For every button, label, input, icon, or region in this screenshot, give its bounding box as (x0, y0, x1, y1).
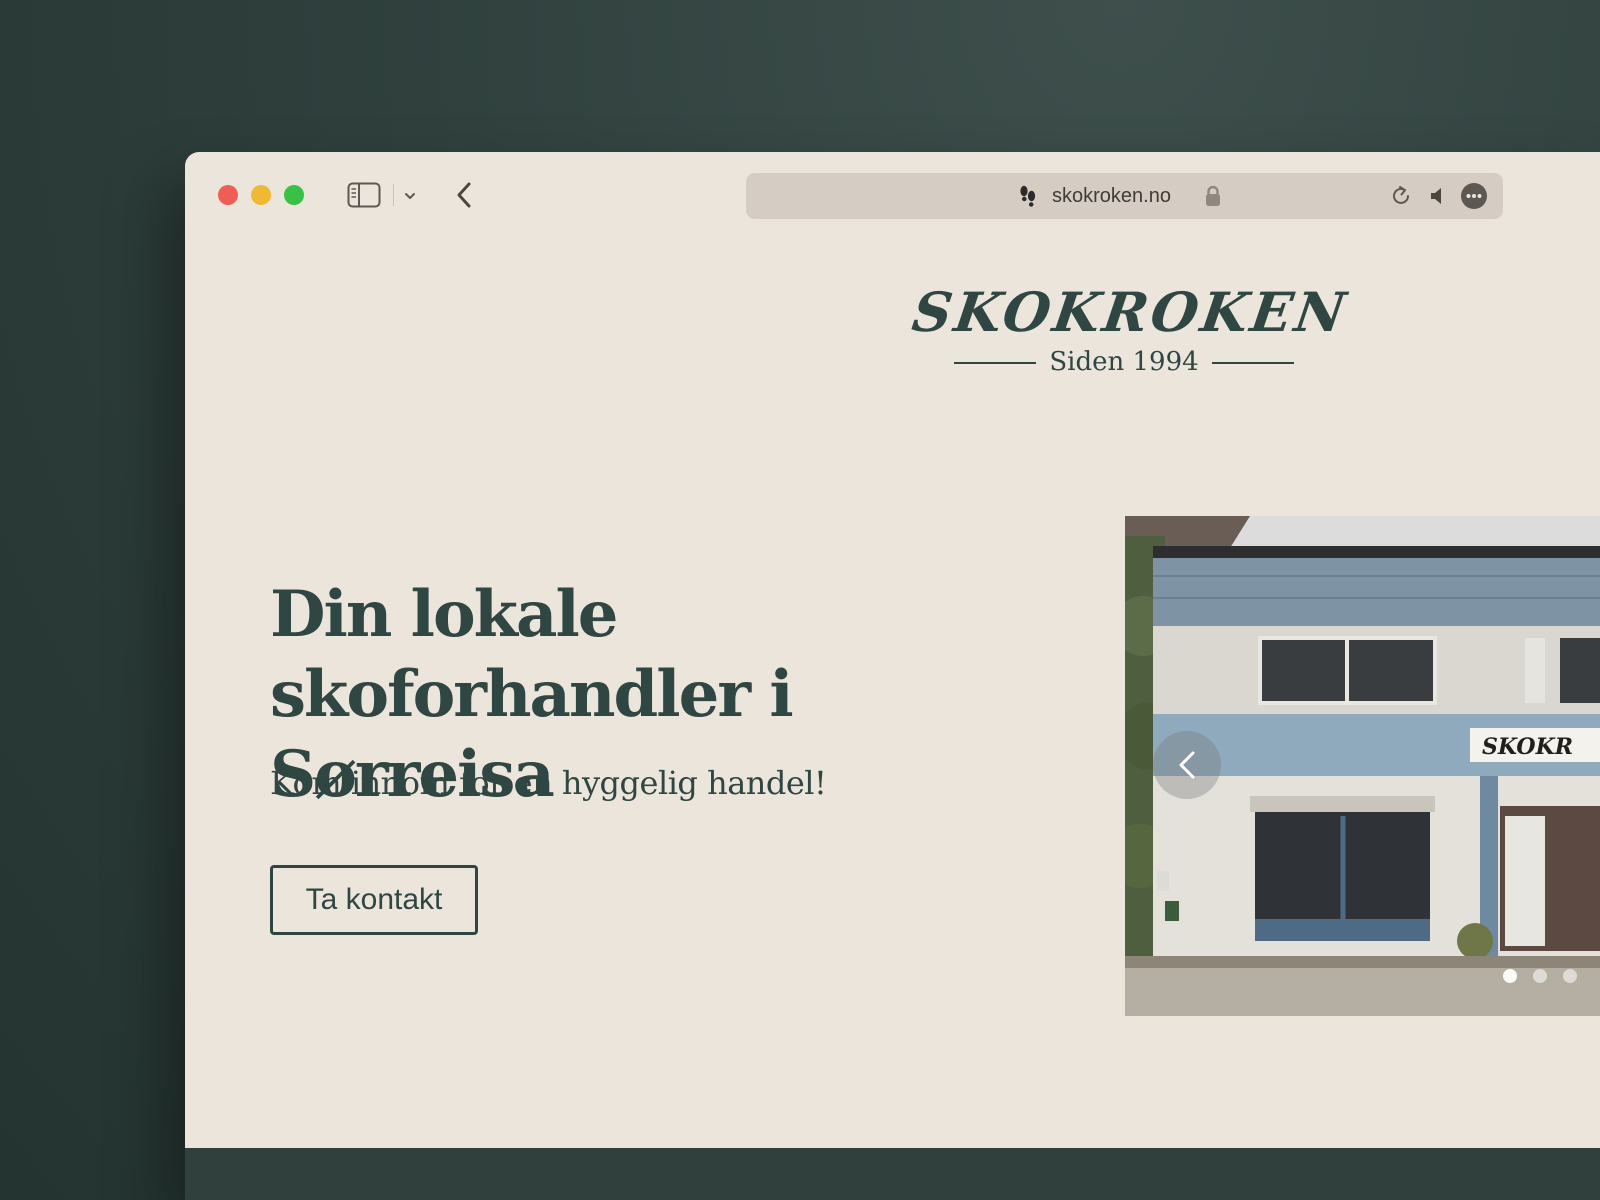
contact-button[interactable]: Ta kontakt (270, 865, 478, 935)
carousel-prev-button[interactable] (1153, 731, 1221, 799)
zoom-window-button[interactable] (284, 185, 304, 205)
browser-toolbar: skokroken.no (185, 152, 1600, 237)
minimize-window-button[interactable] (251, 185, 271, 205)
chevron-down-icon[interactable] (403, 188, 417, 202)
speaker-icon[interactable] (1427, 185, 1449, 207)
url-text: skokroken.no (1052, 185, 1171, 207)
hero-headline-line1: Din lokale skoforhandler i (270, 577, 794, 732)
since-divider-right (1212, 362, 1294, 364)
hero-subheadline: Kom innom for en hyggelig handel! (270, 764, 827, 802)
storefront-sign: SKOKR (1482, 734, 1573, 760)
carousel-dot-2[interactable] (1533, 969, 1547, 983)
next-section-band (185, 1148, 1600, 1200)
more-icon[interactable] (1461, 183, 1487, 209)
toolbar-divider (393, 184, 394, 206)
since-tagline: Siden 1994 (954, 345, 1294, 379)
carousel-dot-3[interactable] (1563, 969, 1577, 983)
reload-icon[interactable] (1389, 184, 1413, 208)
sidebar-icon[interactable] (347, 182, 381, 208)
carousel-prev-icon (1179, 751, 1195, 779)
lock-icon (1204, 185, 1222, 207)
site-logo[interactable]: SKOKROKEN (909, 280, 1353, 344)
close-window-button[interactable] (218, 185, 238, 205)
back-chevron-icon[interactable] (451, 180, 479, 210)
browser-window: skokroken.no SKOKROKEN Siden 1994 Din lo… (185, 152, 1600, 1200)
image-carousel[interactable]: SKOKR (1125, 516, 1600, 1016)
footprints-icon (1018, 185, 1038, 209)
carousel-dot-1[interactable] (1503, 969, 1517, 983)
address-bar[interactable]: skokroken.no (746, 173, 1503, 219)
